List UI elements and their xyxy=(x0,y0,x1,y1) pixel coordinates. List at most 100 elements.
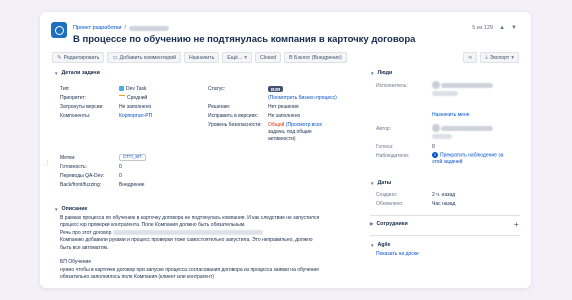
reporter-value[interactable] xyxy=(432,124,494,132)
description-header[interactable]: ▼ Описание xyxy=(54,206,374,212)
description-body: В рамках процесса по обучению в карточку… xyxy=(54,215,374,282)
description-line: Компанию добавили руками и процесс прове… xyxy=(60,237,313,244)
reporter-label: Автор: xyxy=(376,126,392,132)
people-header[interactable]: ▼ Люди xyxy=(370,70,520,76)
votes-label: Голоса: xyxy=(376,144,394,150)
details-header[interactable]: ▼ Детали задачи xyxy=(54,70,374,76)
field-backfront-value: Внедрение xyxy=(119,182,145,188)
description-line: БП Обучение xyxy=(60,259,92,266)
field-priority-value: Средний xyxy=(119,95,147,101)
field-resolution-label: Решение: xyxy=(208,104,231,110)
divider xyxy=(370,215,520,216)
field-qadev-value: 0 xyxy=(119,173,122,179)
edit-button[interactable]: ✎ Редактировать xyxy=(52,52,105,63)
description-line: процесс юр проверки контрагента. Поле Ко… xyxy=(60,222,246,229)
show-on-board-link[interactable]: Показать на доске xyxy=(376,251,419,257)
issue-card: Проект разработки / В процессе по обучен… xyxy=(40,12,531,288)
share-icon: ⋖ xyxy=(467,54,473,61)
description-line: Речь про этот договор xyxy=(60,230,374,237)
closed-button[interactable]: Closed xyxy=(255,52,282,63)
collapse-triangle-icon: ▼ xyxy=(54,70,59,76)
breadcrumb: Проект разработки / xyxy=(73,25,169,31)
details-section: ▼ Детали задачи Тип: Dev Task Приоритет: … xyxy=(54,70,374,188)
chevron-down-icon: ▾ xyxy=(244,54,247,61)
votes-value[interactable]: 0 xyxy=(432,144,435,150)
field-type-label: Тип: xyxy=(60,86,70,92)
chevron-down-icon[interactable]: ▼ xyxy=(511,25,517,31)
agile-header[interactable]: ▼ Agile xyxy=(370,242,390,248)
field-status-label: Статус: xyxy=(208,86,226,92)
collapse-triangle-icon: ▼ xyxy=(370,180,375,186)
employees-header[interactable]: ▶ Сотрудники xyxy=(370,221,408,227)
collapse-triangle-icon: ▼ xyxy=(370,70,375,76)
export-icon: ⤓ xyxy=(485,54,488,60)
field-readiness-value: 0 xyxy=(119,164,122,170)
field-versions-label: Затронуты версии: xyxy=(60,104,104,110)
label-tag[interactable]: СТП_КП xyxy=(119,154,146,161)
security-level-text: Общий xyxy=(268,122,285,128)
avatar xyxy=(432,81,440,89)
more-button[interactable]: Ещё... ▾ xyxy=(222,52,252,63)
watchers-count-icon: 2 xyxy=(432,152,438,158)
page-title: В процессе по обучению не подтянулась ко… xyxy=(73,34,416,45)
field-readiness-label: Готовность: xyxy=(60,164,88,170)
add-comment-button[interactable]: ▭ Добавить комментарий xyxy=(107,52,182,63)
description-section: ▼ Описание В рамках процесса по обучению … xyxy=(54,206,374,282)
reporter-name-redacted-line2 xyxy=(432,134,452,139)
comment-icon: ▭ xyxy=(112,54,118,61)
field-security-value: Общий (Просмотр всех задача, под общие а… xyxy=(268,122,323,142)
reporter-name-redacted xyxy=(441,125,494,131)
toolbar-right: ⋖ ⤓ Экспорт ▾ xyxy=(462,52,519,63)
sidebar-toggle-icon[interactable]: ⋮ xyxy=(45,160,50,166)
breadcrumb-issue-key-redacted[interactable] xyxy=(128,25,169,31)
field-labels-value[interactable]: СТП_КП xyxy=(119,154,146,161)
description-line: В рамках процесса по обучению в карточку… xyxy=(60,215,320,221)
field-fixversion-label: Исправить в версиях: xyxy=(208,113,259,119)
description-line: нужно чтобы в карточке договор при запус… xyxy=(60,266,319,273)
created-label: Создано: xyxy=(376,192,398,198)
assign-to-me-link[interactable]: Назначить меня xyxy=(432,112,469,118)
field-components-value[interactable]: Корпортал-РП xyxy=(119,113,152,119)
description-line: обязательно заполнялось поле Компания (к… xyxy=(60,274,214,281)
updated-label: Обновлено: xyxy=(376,201,404,207)
dates-header[interactable]: ▼ Даты xyxy=(370,180,391,186)
avatar xyxy=(432,124,440,132)
assignee-value[interactable] xyxy=(432,81,494,89)
people-panel: ▼ Люди Исполнитель: Назначить меня Автор:… xyxy=(370,70,520,257)
status-lozenge: ВЗЯ xyxy=(268,86,284,92)
chevron-down-icon: ▾ xyxy=(511,54,514,61)
pencil-icon: ✎ xyxy=(57,54,62,61)
task-type-icon xyxy=(119,86,124,91)
pager-text: 5 из 129 xyxy=(472,25,494,31)
stop-watching-link[interactable]: Прекратить наблюдение за xyxy=(440,152,503,158)
add-employee-icon[interactable]: + xyxy=(514,220,519,229)
assignee-name-redacted-line2 xyxy=(432,91,458,96)
field-qadev-label: Переводы QA-Dev: xyxy=(60,173,105,179)
field-fixversion-value: Не заполнено xyxy=(268,113,301,119)
issue-pager: 5 из 129 ▲ ▼ xyxy=(472,25,517,31)
assign-button[interactable]: Назначить xyxy=(184,52,220,63)
toolbar: ✎ Редактировать ▭ Добавить комментарий Наз… xyxy=(52,52,347,63)
share-button[interactable]: ⋖ xyxy=(462,52,478,63)
export-button[interactable]: ⤓ Экспорт ▾ xyxy=(480,52,519,63)
updated-value: Час назад xyxy=(432,201,456,207)
project-avatar-icon[interactable] xyxy=(51,22,67,38)
field-backfront-label: Back/front/fuzzing: xyxy=(60,182,102,188)
description-line xyxy=(60,252,374,259)
redacted-link[interactable] xyxy=(112,229,263,235)
priority-medium-icon xyxy=(119,95,125,98)
field-resolution-value: Нет решения xyxy=(268,104,299,110)
created-value: 2 ч. назад xyxy=(432,192,456,198)
expand-triangle-icon: ▶ xyxy=(370,221,374,226)
watchers-value[interactable]: 2 Прекратить наблюдение за этой задачей xyxy=(432,152,503,166)
view-workflow-link[interactable]: (Посмотреть бизнес-процесс) xyxy=(268,95,337,101)
field-status-value: ВЗЯ xyxy=(268,86,284,93)
watchers-label: Наблюдатели: xyxy=(376,153,410,159)
divider xyxy=(370,235,520,236)
field-priority-label: Приоритет: xyxy=(60,95,87,101)
backlog-button[interactable]: В Бэклог (Внедрение) xyxy=(284,52,347,63)
assignee-name-redacted xyxy=(441,82,494,88)
breadcrumb-project-link[interactable]: Проект разработки xyxy=(73,25,121,31)
chevron-up-icon[interactable]: ▲ xyxy=(499,25,505,31)
field-components-label: Компоненты: xyxy=(60,113,91,119)
